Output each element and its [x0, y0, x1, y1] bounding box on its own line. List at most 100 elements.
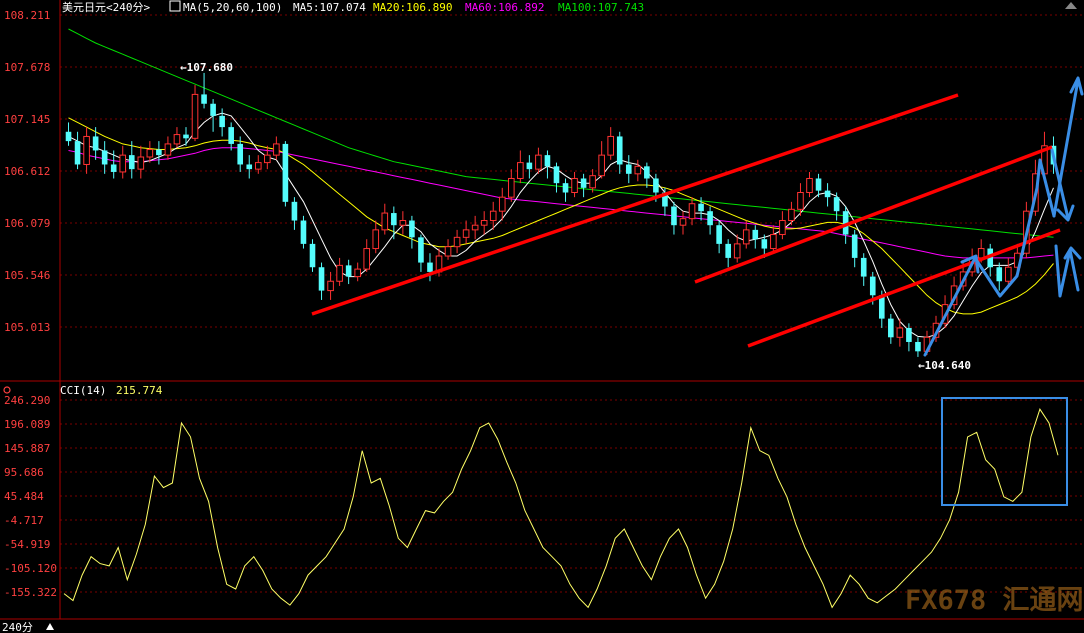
- candle-body-up: [1004, 266, 1012, 282]
- candle-body-down: [300, 220, 307, 244]
- cci-tick: 145.887: [4, 442, 50, 455]
- candle-body-down: [553, 166, 560, 184]
- cci-tick: -54.919: [4, 538, 50, 551]
- low-annotation: ←104.640: [918, 359, 971, 372]
- candle-body-down: [427, 262, 433, 272]
- candle-body-up: [191, 93, 199, 139]
- candle-body-down: [237, 143, 244, 165]
- candle-body-down: [92, 136, 99, 151]
- price-tick: 106.612: [4, 165, 50, 178]
- candle-body-up: [471, 224, 479, 231]
- candle-body-down: [101, 150, 108, 165]
- cci-tick: -4.717: [4, 514, 44, 527]
- candle-body-up: [173, 134, 181, 145]
- candle-body-up: [688, 203, 696, 220]
- candle-body-up: [372, 229, 380, 250]
- candle-body-down: [860, 257, 867, 277]
- candle-body-up: [83, 135, 90, 165]
- candle-body-up: [480, 220, 488, 226]
- candle-body-up: [779, 220, 786, 236]
- candle-body-up: [517, 162, 524, 179]
- candle-body-down: [580, 178, 587, 188]
- candle-body-down: [246, 164, 253, 170]
- low-value: 104.640: [925, 359, 971, 372]
- candle-body-up: [679, 218, 687, 226]
- candle-body-up: [598, 154, 605, 177]
- candle-body-down: [544, 155, 551, 167]
- candle-body-up: [896, 327, 904, 338]
- candle-body-down: [906, 327, 912, 342]
- candle-body-up: [363, 248, 371, 270]
- candle-body-up: [634, 165, 642, 175]
- ma-label: MA(5,20,60,100): [183, 1, 282, 14]
- candle-body-down: [716, 225, 722, 244]
- candle-body-down: [888, 318, 894, 338]
- candle-body-up: [589, 175, 596, 189]
- candle-body-down: [418, 237, 424, 263]
- candle-body-up: [327, 280, 334, 292]
- candle-body-down: [156, 149, 162, 156]
- candle-body-down: [761, 239, 768, 249]
- candle-body-down: [409, 220, 415, 238]
- candle-body-down: [128, 155, 135, 170]
- candle-body-down: [671, 206, 677, 226]
- candle-body-up: [164, 143, 172, 156]
- candle-body-down: [219, 115, 225, 128]
- cci-tick: -105.120: [4, 562, 57, 575]
- period-label[interactable]: 240分: [2, 621, 33, 633]
- high-annotation: ←107.680: [180, 61, 233, 74]
- cci-label: CCI(14): [60, 384, 106, 397]
- watermark-text: FX678 汇通网: [905, 585, 1084, 616]
- candle-body-up: [273, 143, 280, 156]
- candle-body-down: [824, 190, 831, 198]
- candle-body-down: [210, 103, 216, 116]
- cci-tick: 95.686: [4, 466, 44, 479]
- cci-tick: 45.484: [4, 490, 44, 503]
- watermark: FX678 汇通网: [905, 585, 1084, 616]
- candle-body-down: [526, 162, 533, 170]
- price-tick: 107.678: [4, 61, 50, 74]
- candle-body-down: [318, 267, 325, 291]
- candle-body-down: [625, 164, 632, 174]
- candle-body-up: [535, 154, 542, 170]
- candle-body-down: [345, 265, 352, 277]
- candle-body-up: [254, 162, 262, 170]
- candle-body-down: [110, 164, 117, 172]
- ma60-value: MA60:106.892: [465, 1, 544, 14]
- candle-body-up: [806, 177, 813, 194]
- candle-body-up: [977, 248, 985, 259]
- candle-body-down: [698, 203, 704, 212]
- ma100-value: MA100:107.743: [558, 1, 644, 14]
- price-tick: 105.546: [4, 269, 50, 282]
- candle-body-up: [444, 246, 452, 257]
- cci-tick: 196.089: [4, 418, 50, 431]
- candle-body-up: [381, 212, 389, 231]
- candle-body-up: [336, 264, 343, 282]
- candle-body-up: [607, 135, 615, 156]
- kline-chart[interactable]: 美元日元<240分> MA(5,20,60,100) MA5:107.074 M…: [0, 0, 1084, 633]
- candle-body-up: [264, 154, 271, 164]
- candle-body-down: [725, 243, 731, 258]
- candle-body-down: [65, 131, 72, 142]
- candle-body-up: [733, 243, 741, 259]
- candle-body-down: [851, 234, 858, 258]
- candle-body-down: [707, 211, 713, 226]
- price-tick: 106.079: [4, 217, 50, 230]
- candle-body-down: [228, 127, 234, 144]
- price-tick: 105.013: [4, 321, 50, 334]
- candle-body-down: [616, 136, 623, 165]
- candle-body-up: [498, 196, 506, 212]
- cci-tick: 246.290: [4, 394, 50, 407]
- candle-body-up: [742, 229, 750, 245]
- high-value: 107.680: [187, 61, 233, 74]
- candle-body-up: [507, 177, 515, 198]
- candle-body-down: [815, 178, 822, 191]
- candle-body-down: [391, 213, 397, 226]
- candle-body-down: [644, 166, 650, 179]
- candle-body-up: [797, 192, 804, 210]
- candle-body-down: [869, 276, 876, 296]
- candle-body-down: [201, 94, 207, 104]
- cci-value: 215.774: [116, 384, 163, 397]
- candle-body-down: [282, 143, 289, 202]
- candle-body-up: [462, 229, 470, 238]
